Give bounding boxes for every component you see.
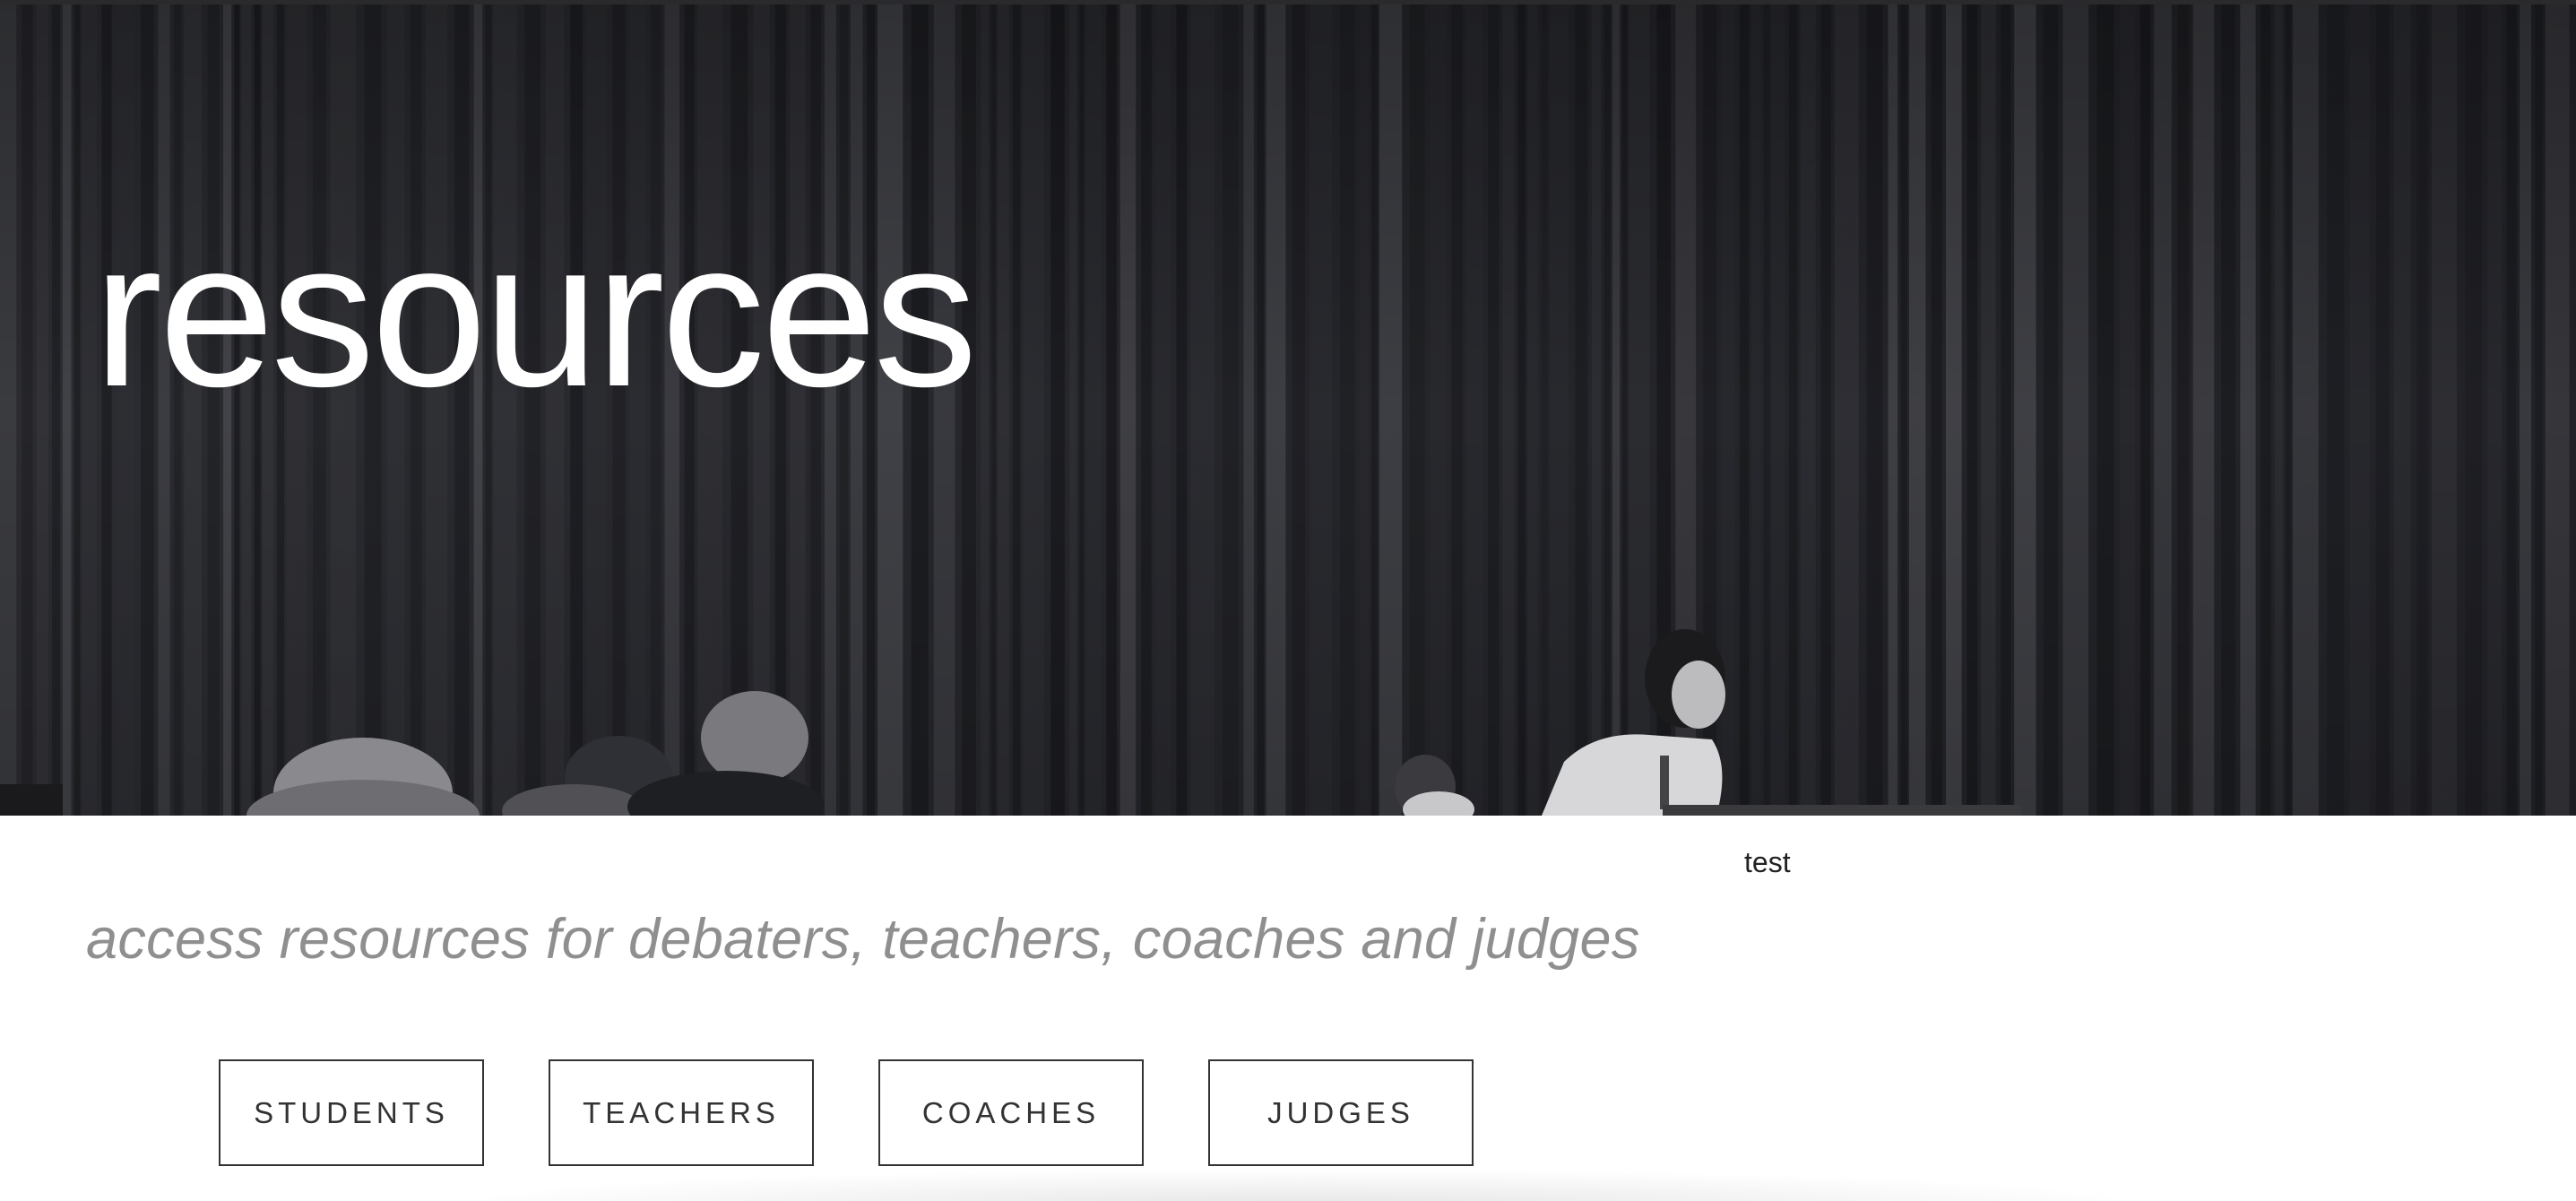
coaches-button[interactable]: COACHES xyxy=(878,1059,1144,1166)
audience-button-row: STUDENTS TEACHERS COACHES JUDGES xyxy=(0,1059,2576,1168)
page-title: resources xyxy=(93,198,978,430)
section-shadow xyxy=(484,1171,2115,1201)
test-label: test xyxy=(1744,846,1791,878)
resources-page: resources test access resources for deba… xyxy=(0,0,2576,1201)
students-button[interactable]: STUDENTS xyxy=(219,1059,484,1166)
judges-button[interactable]: JUDGES xyxy=(1208,1059,1474,1166)
teachers-button[interactable]: TEACHERS xyxy=(549,1059,814,1166)
page-tagline: access resources for debaters, teachers,… xyxy=(86,908,1640,971)
hero-banner: resources xyxy=(0,4,2576,816)
